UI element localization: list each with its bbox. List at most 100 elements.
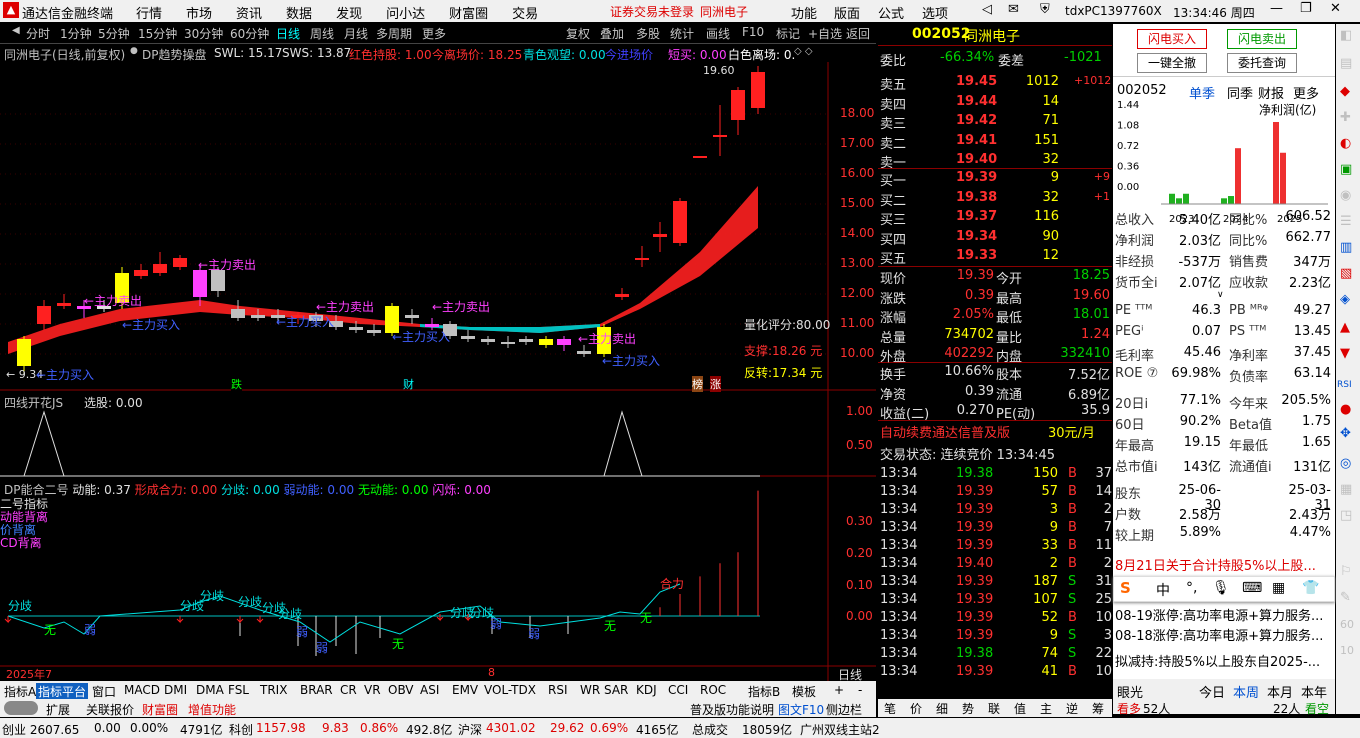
ind1-title[interactable]: 四线开花JS xyxy=(4,394,63,411)
indicator-tab[interactable]: - xyxy=(858,683,862,697)
tool-icon-12[interactable]: ▲ xyxy=(1340,320,1350,335)
tool-icon-5[interactable]: ◐ xyxy=(1340,136,1351,151)
indicator-tab[interactable]: 窗口 xyxy=(92,683,116,700)
bid-row[interactable]: 买二 19.38 32 +1 xyxy=(878,190,1112,209)
tool-back[interactable]: 返回 xyxy=(846,25,870,42)
menu-markets[interactable]: 市场 xyxy=(186,7,212,22)
news-item[interactable]: 08-19涨停:高功率电源+算力服务... xyxy=(1115,605,1333,623)
ime-mode-icon[interactable]: 中 xyxy=(1156,580,1170,600)
tool-mark[interactable]: 标记 xyxy=(776,25,800,42)
indicator-tab[interactable]: ASI xyxy=(420,683,439,697)
menu-options[interactable]: 选项 xyxy=(922,3,948,22)
flash-sell-button[interactable]: 闪电卖出 xyxy=(1227,29,1297,49)
menu-ask[interactable]: 问小达 xyxy=(386,7,425,22)
ind2-title[interactable]: DP能合二号 xyxy=(4,483,68,497)
tool-icon-17[interactable]: ◳ xyxy=(1340,508,1352,523)
quote-tab[interactable]: 笔 xyxy=(884,700,896,717)
tool-draw[interactable]: 画线 xyxy=(706,25,730,42)
indicator-tab[interactable]: + xyxy=(834,683,844,697)
quote-tab[interactable]: 值 xyxy=(1014,700,1026,717)
tool-10[interactable]: 10 xyxy=(1340,644,1354,657)
indicator-tab[interactable]: CCI xyxy=(668,683,688,697)
ime-punct-icon[interactable]: °, xyxy=(1186,580,1197,596)
ask-row[interactable]: 卖五 19.45 1012 +1012 xyxy=(878,74,1112,93)
indicator-tab[interactable]: VR xyxy=(364,683,381,697)
indicator-tab[interactable]: MACD xyxy=(124,683,160,697)
period-1min[interactable]: 1分钟 xyxy=(60,25,92,42)
indicator-tab[interactable]: DMI xyxy=(164,683,187,697)
back-icon[interactable]: ◁ xyxy=(982,2,992,17)
tool-icon-13[interactable]: ▼ xyxy=(1340,346,1350,361)
tool-icon-16[interactable]: ▦ xyxy=(1340,482,1352,497)
quote-tab[interactable]: 联 xyxy=(988,700,1000,717)
ask-row[interactable]: 卖四 19.44 14 xyxy=(878,94,1112,113)
period-daily[interactable]: 日线 xyxy=(276,25,300,42)
menu-function[interactable]: 功能 xyxy=(791,3,817,22)
period-5min[interactable]: 5分钟 xyxy=(98,25,130,42)
tool-icon-1[interactable]: ◧ xyxy=(1340,28,1352,43)
ext-sidebar[interactable]: 侧边栏 xyxy=(826,701,862,718)
period-60min[interactable]: 60分钟 xyxy=(230,25,269,42)
mail-icon[interactable]: ✉ xyxy=(1008,2,1019,17)
news-item[interactable]: 08-18涨停:高功率电源+算力服务... xyxy=(1115,625,1333,643)
indicator-tab[interactable]: VOL-TDX xyxy=(484,683,536,697)
news-item[interactable]: 拟减持:持股5%以上股东自2025-... xyxy=(1115,651,1333,669)
ext-expand[interactable]: 扩展 xyxy=(46,701,70,718)
bid-row[interactable]: 买五 19.33 12 xyxy=(878,248,1112,267)
tool-icon-9[interactable]: ▥ xyxy=(1340,240,1352,255)
bullish-label[interactable]: 看多 xyxy=(1117,700,1141,717)
shield-icon[interactable]: ⛨ xyxy=(1040,2,1050,17)
tool-icon-7[interactable]: ◉ xyxy=(1340,188,1351,203)
ime-logo-icon[interactable]: S xyxy=(1120,579,1131,597)
chart-settings-icon[interactable]: ◇ ◇ xyxy=(794,46,813,57)
period-monthly[interactable]: 月线 xyxy=(344,25,368,42)
ext-wealth[interactable]: 财富圈 xyxy=(142,701,178,718)
period-more[interactable]: 更多 xyxy=(422,25,446,42)
indicator-tab[interactable]: KDJ xyxy=(636,683,657,697)
ad-text[interactable]: 自动续费通达信普及版 xyxy=(880,422,1010,441)
bid-row[interactable]: 买一 19.39 9 +9 xyxy=(878,170,1112,189)
tool-multi-stock[interactable]: 多股 xyxy=(636,25,660,42)
indicator-tab[interactable]: DMA xyxy=(196,683,224,697)
menu-trade[interactable]: 交易 xyxy=(512,7,538,22)
ad-row[interactable]: 自动续费通达信普及版 30元/月 xyxy=(878,422,1112,441)
ext-related-quotes[interactable]: 关联报价 xyxy=(86,701,134,718)
period-15min[interactable]: 15分钟 xyxy=(138,25,177,42)
login-alert[interactable]: 证券交易未登录 xyxy=(610,3,694,20)
indicator-tab[interactable]: SAR xyxy=(604,683,628,697)
tool-f10[interactable]: F10 xyxy=(742,25,764,39)
bid-row[interactable]: 买四 19.34 90 xyxy=(878,229,1112,248)
quote-tab[interactable]: 势 xyxy=(962,700,974,717)
expand-icon[interactable]: ∨ xyxy=(1217,290,1224,300)
view-today[interactable]: 今日 xyxy=(1199,682,1225,701)
menu-market[interactable]: 行情 xyxy=(136,7,162,22)
ext-f10[interactable]: 图文F10 xyxy=(778,701,824,718)
toggle-switch[interactable] xyxy=(4,701,38,715)
period-multi[interactable]: 多周期 xyxy=(376,25,412,42)
view-year[interactable]: 本年 xyxy=(1301,682,1327,701)
indicator-tab[interactable]: EMV xyxy=(452,683,478,697)
quote-tab[interactable]: 细 xyxy=(936,700,948,717)
close-icon[interactable]: ✕ xyxy=(1330,1,1341,16)
ext-value-added[interactable]: 增值功能 xyxy=(188,701,236,718)
cancel-all-button[interactable]: 一键全撤 xyxy=(1137,53,1207,73)
quote-tab[interactable]: 逆 xyxy=(1066,700,1078,717)
ask-row[interactable]: 卖二 19.41 151 xyxy=(878,133,1112,152)
ask-row[interactable]: 卖三 19.42 71 xyxy=(878,113,1112,132)
indicator-tab[interactable]: 指标A xyxy=(4,683,36,700)
tool-icon-15[interactable]: ◎ xyxy=(1340,456,1351,471)
indicator-tab[interactable]: TRIX xyxy=(260,683,287,697)
menu-data[interactable]: 数据 xyxy=(286,7,312,22)
tool-icon-14[interactable]: ● xyxy=(1340,402,1351,417)
restore-icon[interactable]: ❐ xyxy=(1300,1,1312,16)
tool-add-watch[interactable]: +自选 xyxy=(808,25,842,42)
quote-tab[interactable]: 筹 xyxy=(1092,700,1104,717)
microphone-icon[interactable]: 🎙 xyxy=(1212,580,1230,596)
tool-icon-19[interactable]: ✎ xyxy=(1340,590,1351,605)
indicator-tab[interactable]: ROC xyxy=(700,683,726,697)
ime-toolbar[interactable]: S 中 °, 🎙 ⌨ ▦ 👕 xyxy=(1113,576,1335,602)
tool-restore-rights[interactable]: 复权 xyxy=(566,25,590,42)
tool-stats[interactable]: 统计 xyxy=(670,25,694,42)
indicator-tab[interactable]: 指标B xyxy=(748,683,780,700)
ad-price[interactable]: 30元/月 xyxy=(1048,422,1095,441)
